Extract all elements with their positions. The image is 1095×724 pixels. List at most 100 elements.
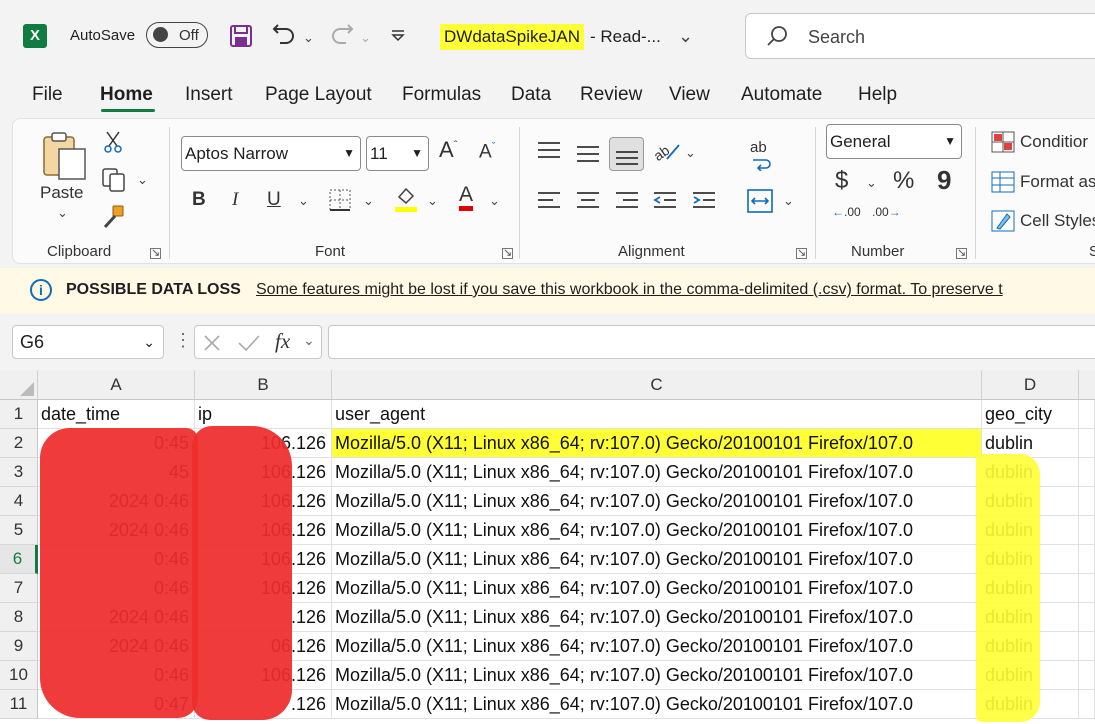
decrease-decimal-button[interactable]: .00→ bbox=[872, 206, 901, 218]
insert-function-icon[interactable]: fx bbox=[275, 329, 290, 354]
row-header[interactable]: 4 bbox=[0, 487, 38, 516]
align-middle-icon[interactable] bbox=[576, 145, 600, 165]
row-header[interactable]: 2 bbox=[0, 429, 38, 458]
cell-c-2[interactable]: Mozilla/5.0 (X11; Linux x86_64; rv:107.0… bbox=[332, 429, 982, 458]
cell-c-11[interactable]: Mozilla/5.0 (X11; Linux x86_64; rv:107.0… bbox=[332, 690, 982, 719]
more-options-icon[interactable]: ⋮ bbox=[174, 330, 192, 351]
number-launcher-icon[interactable]: ↘ bbox=[956, 248, 967, 259]
underline-dropdown-icon[interactable]: ⌄ bbox=[298, 193, 309, 209]
cell-c-3[interactable]: Mozilla/5.0 (X11; Linux x86_64; rv:107.0… bbox=[332, 458, 982, 487]
borders-icon[interactable] bbox=[329, 189, 351, 211]
align-top-icon[interactable] bbox=[537, 141, 561, 161]
cell-c-6[interactable]: Mozilla/5.0 (X11; Linux x86_64; rv:107.0… bbox=[332, 545, 982, 574]
cell-e-7[interactable] bbox=[1079, 574, 1095, 603]
copy-dropdown-icon[interactable]: ⌄ bbox=[137, 172, 148, 188]
cell-e-4[interactable] bbox=[1079, 487, 1095, 516]
row-header[interactable]: 10 bbox=[0, 661, 38, 690]
fill-color-dropdown-icon[interactable]: ⌄ bbox=[427, 193, 438, 209]
autosave-toggle[interactable]: Off bbox=[146, 22, 208, 48]
cell-a-1[interactable]: date_time bbox=[38, 400, 195, 429]
align-right-icon[interactable] bbox=[615, 191, 639, 211]
italic-button[interactable]: I bbox=[232, 189, 238, 211]
row-header[interactable]: 8 bbox=[0, 603, 38, 632]
cell-e-8[interactable] bbox=[1079, 603, 1095, 632]
cell-e-9[interactable] bbox=[1079, 632, 1095, 661]
align-bottom-button[interactable] bbox=[609, 137, 644, 171]
column-header-a[interactable]: A bbox=[38, 370, 195, 400]
cell-c-8[interactable]: Mozilla/5.0 (X11; Linux x86_64; rv:107.0… bbox=[332, 603, 982, 632]
format-painter-icon[interactable] bbox=[101, 205, 127, 229]
increase-indent-icon[interactable] bbox=[692, 191, 716, 211]
tab-file[interactable]: File bbox=[32, 84, 63, 106]
row-header[interactable]: 3 bbox=[0, 458, 38, 487]
comma-style-button[interactable]: 9 bbox=[937, 165, 951, 196]
cell-c-1[interactable]: user_agent bbox=[332, 400, 982, 429]
fill-color-icon[interactable] bbox=[394, 185, 418, 213]
enter-icon[interactable] bbox=[237, 334, 261, 352]
tab-insert[interactable]: Insert bbox=[185, 84, 233, 106]
select-all-corner[interactable] bbox=[0, 370, 38, 400]
cell-c-9[interactable]: Mozilla/5.0 (X11; Linux x86_64; rv:107.0… bbox=[332, 632, 982, 661]
borders-dropdown-icon[interactable]: ⌄ bbox=[363, 193, 374, 209]
column-header-c[interactable]: C bbox=[332, 370, 982, 400]
underline-button[interactable]: U bbox=[267, 189, 281, 211]
row-header[interactable]: 6 bbox=[0, 545, 38, 574]
cut-icon[interactable] bbox=[103, 131, 123, 153]
paste-icon[interactable] bbox=[41, 131, 89, 181]
merge-dropdown-icon[interactable]: ⌄ bbox=[783, 193, 794, 209]
cell-e-6[interactable] bbox=[1079, 545, 1095, 574]
align-center-icon[interactable] bbox=[576, 191, 600, 211]
conditional-formatting-label[interactable]: Conditior bbox=[1020, 132, 1088, 152]
wrap-text-button[interactable]: ab bbox=[750, 139, 771, 171]
font-launcher-icon[interactable]: ↘ bbox=[502, 248, 513, 259]
customize-toolbar-icon[interactable] bbox=[391, 30, 405, 42]
save-icon[interactable] bbox=[229, 24, 253, 48]
decrease-indent-icon[interactable] bbox=[653, 191, 677, 211]
row-header[interactable]: 1 bbox=[0, 400, 38, 429]
currency-button[interactable]: $ bbox=[835, 167, 848, 195]
currency-dropdown-icon[interactable]: ⌄ bbox=[866, 175, 877, 191]
infobar-message-link[interactable]: Some features might be lost if you save … bbox=[256, 281, 1003, 299]
formula-input[interactable] bbox=[328, 325, 1095, 359]
paste-label[interactable]: Paste bbox=[40, 183, 83, 203]
alignment-launcher-icon[interactable]: ↘ bbox=[796, 248, 807, 259]
row-header[interactable]: 9 bbox=[0, 632, 38, 661]
tab-formulas[interactable]: Formulas bbox=[402, 84, 481, 106]
cell-e-1[interactable] bbox=[1079, 400, 1095, 429]
font-color-button[interactable]: A bbox=[459, 184, 474, 211]
cell-d-1[interactable]: geo_city bbox=[982, 400, 1079, 429]
tab-page-layout[interactable]: Page Layout bbox=[265, 84, 372, 106]
tab-home[interactable]: Home bbox=[100, 84, 153, 106]
number-format-select[interactable]: General ▼ bbox=[826, 124, 962, 159]
conditional-formatting-icon[interactable] bbox=[991, 131, 1015, 153]
orientation-icon[interactable]: ab bbox=[653, 139, 681, 163]
font-name-select[interactable]: Aptos Narrow ▼ bbox=[181, 136, 361, 171]
increase-decimal-button[interactable]: ←.00 bbox=[832, 206, 861, 218]
align-left-icon[interactable] bbox=[537, 191, 561, 211]
bold-button[interactable]: B bbox=[192, 189, 206, 211]
percent-button[interactable]: % bbox=[893, 167, 914, 195]
tab-help[interactable]: Help bbox=[858, 84, 897, 106]
row-header[interactable]: 7 bbox=[0, 574, 38, 603]
format-as-table-icon[interactable] bbox=[991, 171, 1015, 193]
title-dropdown-icon[interactable]: ⌄ bbox=[678, 26, 693, 47]
cell-c-4[interactable]: Mozilla/5.0 (X11; Linux x86_64; rv:107.0… bbox=[332, 487, 982, 516]
cell-c-5[interactable]: Mozilla/5.0 (X11; Linux x86_64; rv:107.0… bbox=[332, 516, 982, 545]
cell-e-2[interactable] bbox=[1079, 429, 1095, 458]
search-box[interactable]: Search bbox=[745, 13, 1095, 59]
column-header-d[interactable]: D bbox=[982, 370, 1079, 400]
tab-automate[interactable]: Automate bbox=[741, 84, 822, 106]
column-header-b[interactable]: B bbox=[195, 370, 332, 400]
orientation-dropdown-icon[interactable]: ⌄ bbox=[685, 145, 696, 161]
font-color-dropdown-icon[interactable]: ⌄ bbox=[489, 193, 500, 209]
redo-icon[interactable] bbox=[330, 24, 354, 48]
cell-e-5[interactable] bbox=[1079, 516, 1095, 545]
cell-b-1[interactable]: ip bbox=[195, 400, 332, 429]
cell-c-10[interactable]: Mozilla/5.0 (X11; Linux x86_64; rv:107.0… bbox=[332, 661, 982, 690]
format-as-table-label[interactable]: Format as bbox=[1020, 172, 1095, 192]
shrink-font-button[interactable]: Aˇ bbox=[479, 141, 495, 163]
tab-view[interactable]: View bbox=[669, 84, 710, 106]
cancel-icon[interactable] bbox=[203, 334, 221, 352]
name-box[interactable]: G6 ⌄ bbox=[12, 325, 164, 359]
copy-icon[interactable] bbox=[101, 167, 127, 193]
